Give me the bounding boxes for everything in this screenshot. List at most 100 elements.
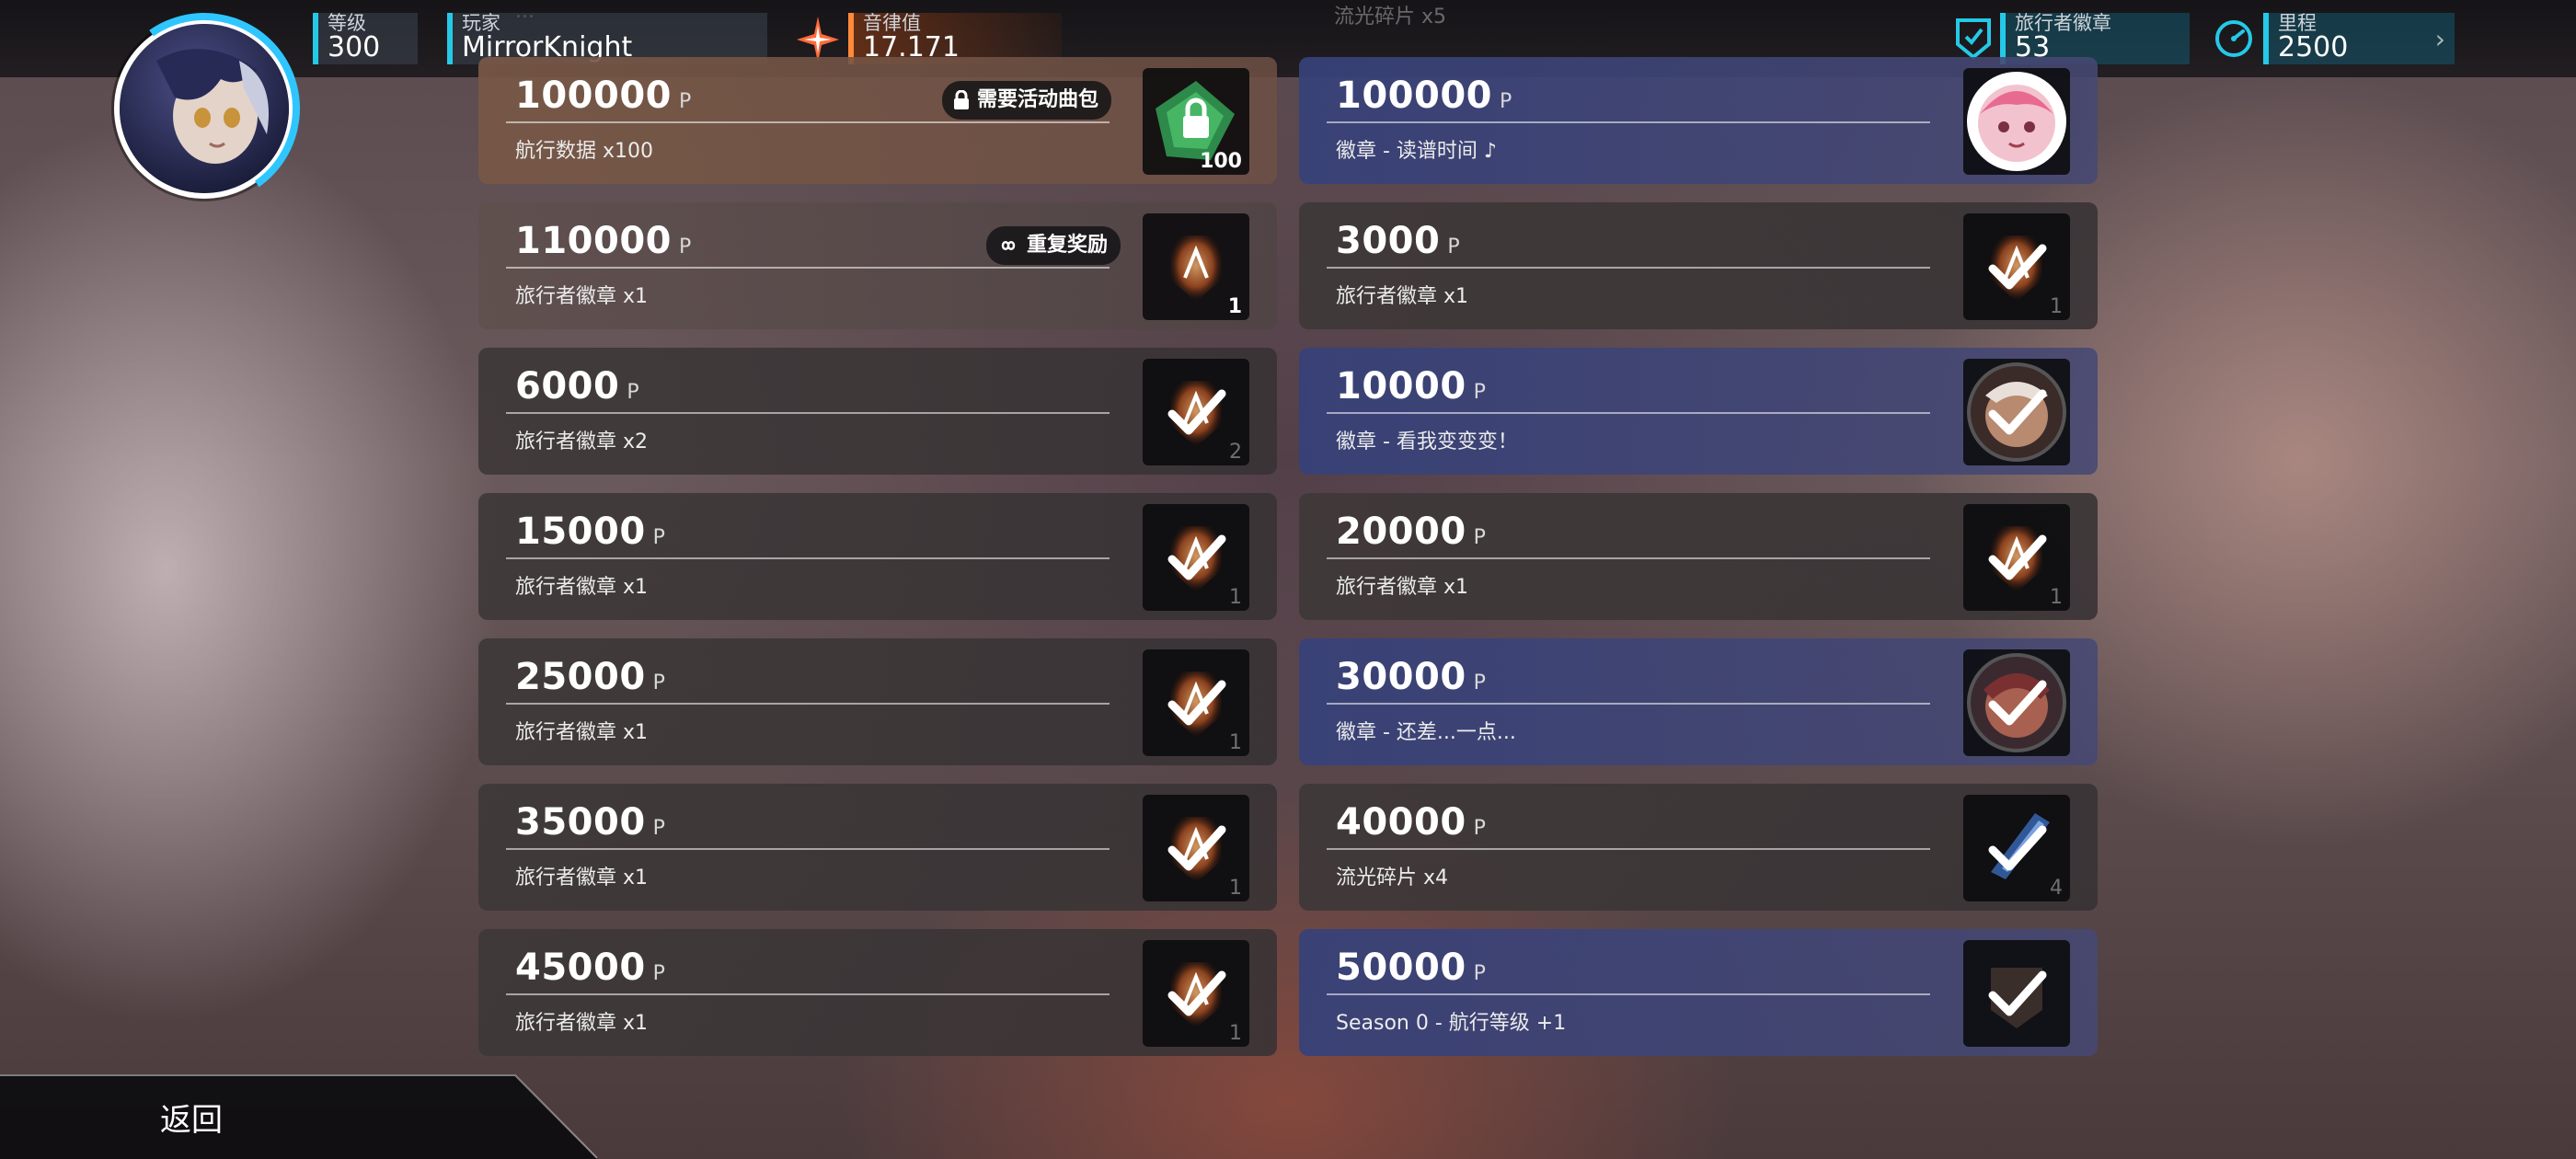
reward-item[interactable] <box>1963 68 2070 175</box>
reward-card[interactable]: 110000 P 旅行者徽章 x1 重复奖励 1 <box>478 202 1277 329</box>
points-unit: P <box>1473 962 1487 985</box>
points-threshold: 25000 P <box>515 657 665 704</box>
reward-text: 航行数据 x100 <box>515 140 654 163</box>
points-unit: P <box>1473 671 1487 694</box>
item-count: 1 <box>1227 295 1242 318</box>
item-count: 1 <box>2050 586 2063 609</box>
reward-tag: 需要活动曲包 <box>941 81 1111 120</box>
card-divider <box>506 121 1110 123</box>
points-value: 30000 <box>1336 656 1466 698</box>
level-label: 等级 <box>328 12 366 34</box>
points-unit: P <box>652 526 666 549</box>
reward-item[interactable]: 1 <box>1143 213 1249 320</box>
points-value: 40000 <box>1336 801 1466 843</box>
reward-card[interactable]: 100000 P 徽章 - 读谱时间 ♪ <box>1299 57 2098 184</box>
reward-item[interactable] <box>1963 940 2070 1047</box>
item-count: 1 <box>2050 295 2063 318</box>
level-stat: 等级 300 <box>313 13 418 64</box>
points-value: 15000 <box>515 511 646 553</box>
reward-text: 徽章 - 还差...一点... <box>1336 721 1516 744</box>
reward-text: 徽章 - 读谱时间 ♪ <box>1336 140 1497 163</box>
points-unit: P <box>1473 817 1487 840</box>
points-unit: P <box>652 817 666 840</box>
reward-text: 流光碎片 x4 <box>1336 866 1449 889</box>
points-threshold: 20000 P <box>1336 511 1486 558</box>
chevron-right-icon: › <box>2434 24 2445 54</box>
item-count: 2 <box>1229 441 1242 464</box>
points-value: 50000 <box>1336 947 1466 989</box>
points-value: 25000 <box>515 656 646 698</box>
reward-item[interactable]: 2 <box>1143 359 1249 465</box>
reward-item[interactable] <box>1963 359 2070 465</box>
points-threshold: 110000 P <box>515 221 692 268</box>
points-value: 100000 <box>515 75 672 117</box>
points-unit: P <box>627 381 640 404</box>
points-threshold: 100000 P <box>515 75 692 122</box>
points-unit: P <box>679 235 692 258</box>
rhythm-label: 音律值 <box>863 12 921 34</box>
points-unit: P <box>679 90 692 113</box>
points-threshold: 35000 P <box>515 802 665 849</box>
card-divider <box>1327 703 1930 705</box>
points-threshold: 3000 P <box>1336 221 1460 268</box>
points-threshold: 40000 P <box>1336 802 1486 849</box>
reward-text: Season 0 - 航行等级 +1 <box>1336 1012 1567 1035</box>
reward-text: 徽章 - 看我变变变！ <box>1336 430 1518 453</box>
reward-card[interactable]: 100000 P 航行数据 x100 需要活动曲包 100 <box>478 57 1277 184</box>
player-label: 玩家 <box>462 12 500 34</box>
reward-item[interactable]: 1 <box>1963 504 2070 611</box>
reward-item[interactable]: 1 <box>1143 504 1249 611</box>
reward-card[interactable]: 30000 P 徽章 - 还差...一点... <box>1299 638 2098 765</box>
reward-text: 旅行者徽章 x2 <box>515 430 649 453</box>
card-divider <box>506 267 1110 269</box>
reward-text: 旅行者徽章 x1 <box>515 285 649 308</box>
points-unit: P <box>652 671 666 694</box>
points-threshold: 45000 P <box>515 947 665 994</box>
reward-card[interactable]: 15000 P 旅行者徽章 x1 1 <box>478 493 1277 620</box>
points-unit: P <box>1473 381 1487 404</box>
traveler-badge-icon <box>1956 18 1991 59</box>
points-unit: P <box>1473 526 1487 549</box>
reward-card[interactable]: 35000 P 旅行者徽章 x1 1 <box>478 784 1277 911</box>
reward-item[interactable]: 1 <box>1963 213 2070 320</box>
points-threshold: 50000 P <box>1336 947 1486 994</box>
speedometer-icon <box>2215 20 2252 57</box>
reward-card[interactable]: 10000 P 徽章 - 看我变变变！ <box>1299 348 2098 475</box>
reward-card[interactable]: 20000 P 旅行者徽章 x1 1 <box>1299 493 2098 620</box>
back-label[interactable]: 返回 <box>160 1095 223 1140</box>
reward-text: 旅行者徽章 x1 <box>1336 285 1469 308</box>
card-divider <box>1327 557 1930 559</box>
reward-card[interactable]: 3000 P 旅行者徽章 x1 1 <box>1299 202 2098 329</box>
reward-card[interactable]: 25000 P 旅行者徽章 x1 1 <box>478 638 1277 765</box>
points-threshold: 15000 P <box>515 511 665 558</box>
points-value: 6000 <box>515 365 620 407</box>
badge-label: 旅行者徽章 <box>2015 12 2111 34</box>
reward-item[interactable] <box>1963 649 2070 756</box>
points-threshold: 30000 P <box>1336 657 1486 704</box>
points-value: 3000 <box>1336 220 1441 262</box>
reward-text: 旅行者徽章 x1 <box>1336 576 1469 599</box>
reward-text: 旅行者徽章 x1 <box>515 866 649 889</box>
reward-item[interactable]: 1 <box>1143 795 1249 901</box>
level-value: 300 <box>328 31 381 63</box>
lock-icon <box>953 90 969 109</box>
reward-tag: 重复奖励 <box>985 226 1121 265</box>
points-unit: P <box>1447 235 1461 258</box>
reward-card[interactable]: 6000 P 旅行者徽章 x2 2 <box>478 348 1277 475</box>
points-unit: P <box>1500 90 1512 113</box>
mileage-value: 2500 <box>2278 31 2349 63</box>
reward-item[interactable]: 4 <box>1963 795 2070 901</box>
item-count: 100 <box>1200 150 1242 173</box>
reward-item[interactable]: 1 <box>1143 649 1249 756</box>
reward-card[interactable]: 45000 P 旅行者徽章 x1 1 <box>478 929 1277 1056</box>
reward-card[interactable]: 40000 P 流光碎片 x4 4 <box>1299 784 2098 911</box>
mileage-stat[interactable]: 里程 2500 › <box>2263 13 2455 64</box>
points-threshold: 10000 P <box>1336 366 1486 413</box>
reward-item[interactable]: 100 <box>1143 68 1249 175</box>
points-value: 45000 <box>515 947 646 989</box>
points-value: 110000 <box>515 220 672 262</box>
points-value: 35000 <box>515 801 646 843</box>
reward-card[interactable]: 50000 P Season 0 - 航行等级 +1 <box>1299 929 2098 1056</box>
reward-item[interactable]: 1 <box>1143 940 1249 1047</box>
card-divider <box>506 993 1110 995</box>
